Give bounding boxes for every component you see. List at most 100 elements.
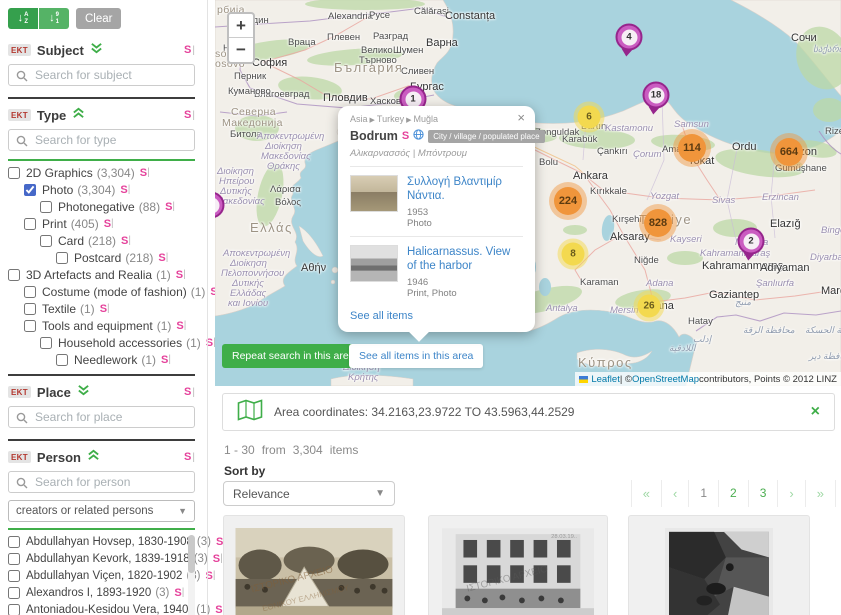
type-filter-checkbox[interactable]	[40, 201, 52, 213]
type-filter-label[interactable]: 2D Graphics	[26, 166, 93, 180]
person-filter-checkbox[interactable]	[8, 604, 20, 615]
semantic-search-link[interactable]: S	[174, 587, 181, 599]
popup-result-title[interactable]: Halicarnassus. View of the harbor	[407, 245, 523, 274]
leaflet-link[interactable]: Leaflet	[591, 374, 620, 385]
zoom-out-button[interactable]: −	[229, 38, 253, 62]
pagination-item[interactable]: 2	[718, 480, 748, 507]
sort-select[interactable]: Relevance ▼	[223, 481, 395, 506]
type-filter-label[interactable]: Postcard	[74, 251, 121, 265]
openstreetmap-link[interactable]: OpenStreetMap	[632, 374, 699, 385]
type-filter-checkbox[interactable]	[56, 252, 68, 264]
person-filter-label[interactable]: Alexandros I, 1893-1920	[26, 587, 151, 599]
type-filter-label[interactable]: Household accessories	[58, 336, 182, 350]
semantic-search-link[interactable]: S	[176, 269, 183, 281]
type-filter-label[interactable]: Tools and equipment	[42, 319, 153, 333]
chevron-double-down-icon[interactable]	[90, 41, 103, 59]
map-cluster-marker[interactable]: 18	[643, 82, 670, 109]
type-filter-label[interactable]: Print	[42, 217, 67, 231]
type-filter-checkbox[interactable]	[8, 167, 20, 179]
semantic-search-link[interactable]: S	[213, 553, 220, 565]
type-filter-label[interactable]: Photonegative	[58, 200, 135, 214]
type-filter-label[interactable]: 3D Artefacts and Realia	[26, 268, 152, 282]
semantic-search-link[interactable]: S	[184, 44, 191, 56]
type-filter-checkbox[interactable]	[24, 286, 36, 298]
map-cluster-marker[interactable]: 26	[634, 291, 665, 322]
person-filter-label[interactable]: Abdullahyan Kevork, 1839-1918	[26, 553, 190, 565]
type-filter-checkbox[interactable]	[40, 337, 52, 349]
remove-area-filter-icon[interactable]: ×	[811, 403, 820, 421]
type-filter-label[interactable]: Card	[58, 234, 84, 248]
popup-result-item[interactable]: Halicarnassus. View of the harbor1946Pri…	[350, 236, 523, 306]
semantic-search-link[interactable]: S	[215, 604, 222, 615]
pagination-item[interactable]: ‹	[661, 480, 688, 507]
scrollbar-thumb[interactable]	[188, 535, 195, 573]
type-filter-checkbox[interactable]	[8, 269, 20, 281]
person-filter-checkbox[interactable]	[8, 587, 20, 599]
semantic-search-link[interactable]: S	[158, 252, 165, 264]
globe-icon[interactable]	[413, 127, 424, 145]
subject-search-input[interactable]	[8, 64, 195, 86]
semantic-search-link[interactable]: S	[121, 235, 128, 247]
type-search-input[interactable]	[8, 129, 195, 151]
map-cluster-marker[interactable]: 828	[639, 204, 677, 242]
type-filter-checkbox[interactable]	[24, 320, 36, 332]
semantic-search-link[interactable]: S	[184, 451, 191, 463]
popup-result-item[interactable]: Συλλογή Βλαντιμίρ Νάντια.1953Photo	[350, 167, 523, 236]
person-filter-checkbox[interactable]	[8, 553, 20, 565]
semantic-search-link[interactable]: S	[184, 109, 191, 121]
semantic-search-link[interactable]: S	[104, 218, 111, 230]
result-card[interactable]: ΙΣΤΟΡΙΚΟ ΑΡΧΕΙΟ ΕΘΝΙΚΟΥ ΕΛΛΗΝΙΣΜΟΥ	[223, 515, 405, 615]
result-card[interactable]: ΙΣΤΟΡΙΚΟ ΑΡΧΕΙΟ 28.03.19..	[428, 515, 608, 615]
map-cluster-marker[interactable]: 2	[738, 228, 765, 255]
semantic-search-link[interactable]: S	[184, 386, 191, 398]
pagination-item[interactable]: «	[631, 480, 661, 507]
semantic-search-link[interactable]: S	[165, 201, 172, 213]
person-role-select[interactable]: creators or related persons ▼	[8, 500, 195, 522]
result-card[interactable]	[628, 515, 810, 615]
person-filter-checkbox[interactable]	[8, 570, 20, 582]
person-filter-label[interactable]: Antoniadou-Kesidou Vera, 1940-	[26, 604, 192, 615]
type-filter-label[interactable]: Photo	[42, 183, 73, 197]
clear-filters-button[interactable]: Clear	[76, 8, 121, 29]
pagination-item[interactable]: 3	[748, 480, 778, 507]
type-filter-label[interactable]: Costume (mode of fashion)	[42, 285, 187, 299]
popup-result-title[interactable]: Συλλογή Βλαντιμίρ Νάντια.	[407, 175, 523, 204]
place-search-input[interactable]	[8, 406, 195, 428]
sort-alphabetical-button[interactable]: ↓AZ	[8, 8, 38, 29]
semantic-search-link[interactable]: S	[100, 303, 107, 315]
pagination-item[interactable]: »	[805, 480, 836, 507]
map-cluster-marker[interactable]: 664	[770, 133, 808, 171]
pagination-item[interactable]: 1	[688, 480, 718, 507]
type-filter-label[interactable]: Needlework	[74, 353, 137, 367]
close-icon[interactable]: ×	[517, 111, 525, 124]
semantic-search-link[interactable]: S	[161, 354, 168, 366]
person-filter-label[interactable]: Abdullahyan Viçen, 1820-1902	[26, 570, 182, 582]
map-cluster-marker[interactable]: 6	[574, 102, 605, 133]
semantic-search-link[interactable]: S	[402, 130, 409, 142]
zoom-in-button[interactable]: +	[229, 14, 253, 38]
see-all-items-link[interactable]: See all items	[350, 310, 523, 322]
type-filter-checkbox[interactable]	[24, 303, 36, 315]
person-search-input[interactable]	[8, 471, 195, 493]
map-cluster-marker[interactable]	[215, 192, 225, 219]
type-filter-checkbox[interactable]	[24, 184, 36, 196]
type-filter-label[interactable]: Textile	[42, 302, 76, 316]
repeat-search-area-button[interactable]: Repeat search in this area	[222, 344, 365, 368]
see-all-items-area-button[interactable]: See all items in this area	[349, 344, 483, 368]
chevron-double-up-icon[interactable]	[72, 106, 85, 124]
scrollbar[interactable]	[188, 535, 195, 615]
map-cluster-marker[interactable]: 224	[549, 182, 587, 220]
map-cluster-marker[interactable]: 114	[673, 129, 711, 167]
sort-numeric-button[interactable]: ↓91	[39, 8, 69, 29]
results-map[interactable]: рбијаВидинAlexandriaРусеCălărașiConstanț…	[215, 0, 841, 386]
type-filter-checkbox[interactable]	[56, 354, 68, 366]
map-cluster-marker[interactable]: 8	[558, 239, 589, 270]
semantic-search-link[interactable]: S	[120, 184, 127, 196]
semantic-search-link[interactable]: S	[140, 167, 147, 179]
person-filter-label[interactable]: Abdullahyan Hovsep, 1830-1908	[26, 536, 193, 548]
semantic-search-link[interactable]: S	[176, 320, 183, 332]
type-filter-checkbox[interactable]	[24, 218, 36, 230]
pagination-item[interactable]: ›	[777, 480, 804, 507]
person-filter-checkbox[interactable]	[8, 536, 20, 548]
type-filter-checkbox[interactable]	[40, 235, 52, 247]
